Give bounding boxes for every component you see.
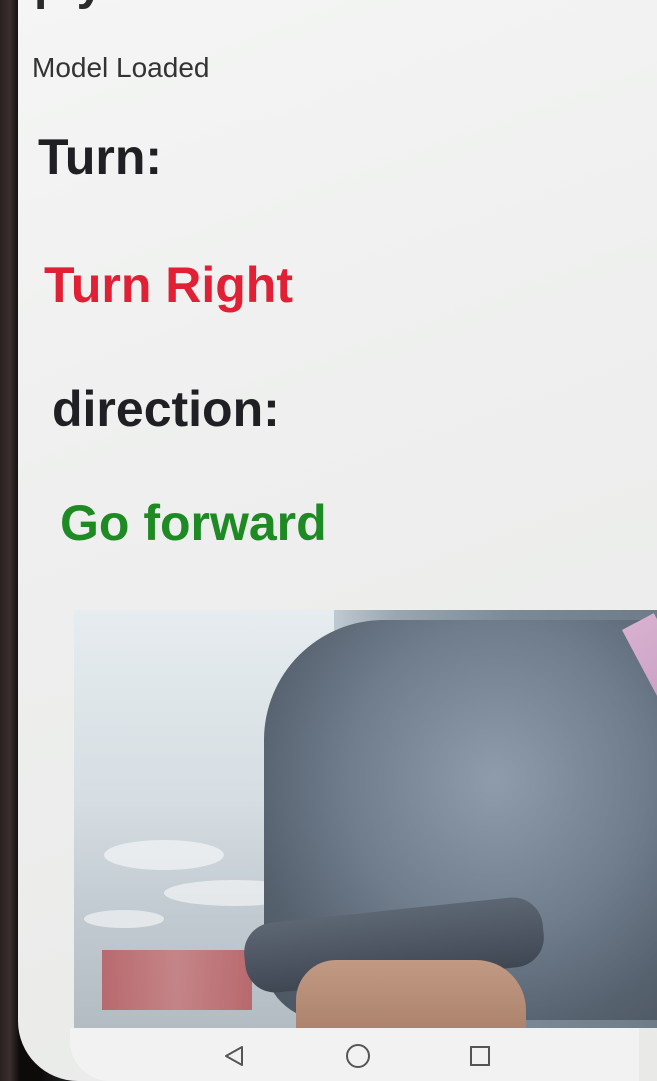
- back-triangle-icon: [225, 1046, 243, 1066]
- model-status-text: Model Loaded: [32, 52, 210, 83]
- ceiling-light: [104, 840, 224, 870]
- back-button[interactable]: [220, 1042, 248, 1070]
- turn-label: Turn:: [38, 129, 163, 185]
- recent-apps-button[interactable]: [466, 1042, 494, 1070]
- home-circle-icon: [346, 1044, 370, 1068]
- camera-preview: [74, 610, 657, 1028]
- direction-value: Go forward: [60, 495, 327, 551]
- android-nav-bar: [70, 1028, 639, 1081]
- home-button[interactable]: [344, 1042, 372, 1070]
- recent-square-icon: [470, 1046, 490, 1066]
- app-screen: p y Model Loaded Turn: Turn Right direct…: [18, 0, 657, 1081]
- app-title-partial: p y: [34, 0, 103, 11]
- ceiling-light: [84, 910, 164, 928]
- direction-label: direction:: [52, 381, 280, 437]
- camera-red-object: [102, 950, 252, 1010]
- camera-person-arm: [296, 960, 526, 1028]
- turn-value: Turn Right: [44, 257, 293, 313]
